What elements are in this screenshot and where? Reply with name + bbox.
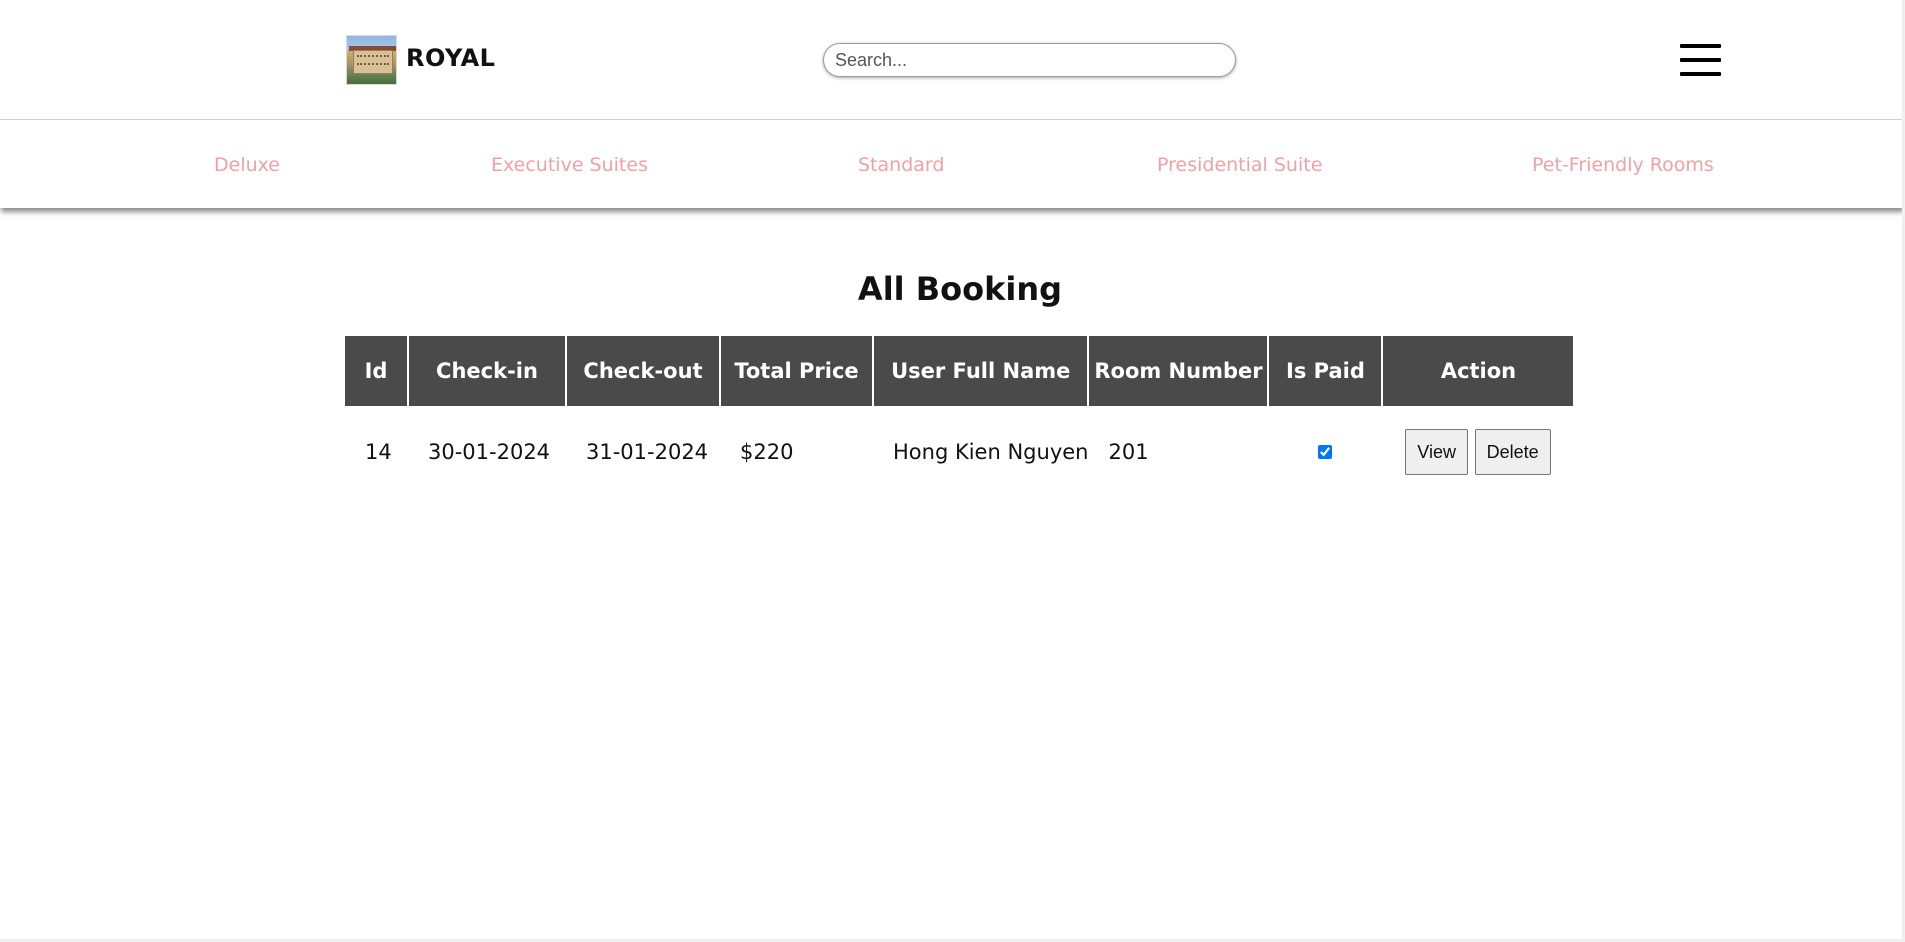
column-header-total-price: Total Price [719,336,873,406]
column-header-check-out: Check-out [565,336,720,406]
nav-item-deluxe[interactable]: Deluxe [214,154,280,176]
column-header-check-in: Check-in [407,336,566,406]
cell-is-paid [1268,406,1382,498]
view-button[interactable]: View [1405,429,1468,475]
column-header-is-paid: Is Paid [1267,336,1383,406]
cell-total-price: $220 [740,440,794,464]
hotel-logo-image[interactable] [346,35,397,85]
category-nav: Deluxe Executive Suites Standard Preside… [0,120,1905,208]
delete-button[interactable]: Delete [1474,429,1551,475]
brand-name[interactable]: ROYAL [406,44,495,72]
cell-room-number: 201 [1108,440,1149,464]
nav-item-executive-suites[interactable]: Executive Suites [491,154,648,176]
site-header: ROYAL [0,0,1905,120]
column-header-action: Action [1381,336,1574,406]
nav-item-standard[interactable]: Standard [858,154,944,176]
nav-item-pet-friendly-rooms[interactable]: Pet-Friendly Rooms [1532,154,1714,176]
column-header-room-number: Room Number [1087,336,1269,406]
bookings-table: Id Check-in Check-out Total Price User F… [345,336,1574,498]
search-input[interactable] [823,43,1236,77]
nav-item-presidential-suite[interactable]: Presidential Suite [1157,154,1322,176]
is-paid-checkbox[interactable] [1318,445,1333,459]
table-row: 14 30-01-2024 31-01-2024 $220 Hong Kien … [345,406,1573,498]
cell-action: View Delete [1382,406,1573,498]
column-header-user-full-name: User Full Name [871,336,1089,406]
cell-user-full-name: Hong Kien Nguyen [893,440,1089,464]
page-title: All Booking [857,270,1063,308]
cell-id: 14 [365,440,392,464]
column-header-id: Id [345,336,408,406]
table-header-row: Id Check-in Check-out Total Price User F… [345,336,1574,406]
cell-check-in: 30-01-2024 [428,440,551,464]
menu-icon[interactable] [1680,44,1721,76]
cell-check-out: 31-01-2024 [586,440,709,464]
